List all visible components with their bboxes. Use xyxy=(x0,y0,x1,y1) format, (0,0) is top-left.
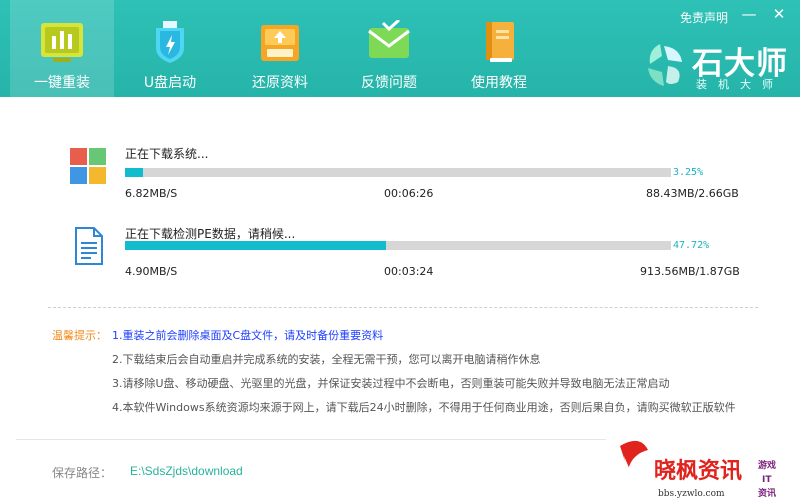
envelope-icon xyxy=(368,20,410,58)
tip-item: 1.重装之前会删除桌面及C盘文件，请及时备份重要资料 xyxy=(112,329,384,342)
tab-label: U盘启动 xyxy=(143,75,197,91)
tab-tutorial[interactable]: 使用教程 xyxy=(447,0,551,97)
tab-label: 使用教程 xyxy=(471,75,527,91)
usb-shield-icon xyxy=(156,21,184,63)
logo-mark-icon xyxy=(648,44,682,86)
bar-chart-icon xyxy=(41,23,83,62)
svg-text:资讯: 资讯 xyxy=(758,487,776,499)
watermark-logo: 晓枫资讯 bbs.yzwlo.com 游戏 IT 资讯 xyxy=(620,440,776,499)
elapsed-time: 00:03:24 xyxy=(384,265,434,278)
tip-item: 4.本软件Windows系统资源均来源于网上，请下载后24小时删除，不得用于任何… xyxy=(112,401,736,414)
tab-one-click-reinstall[interactable]: 一键重装 xyxy=(10,0,114,97)
tab-label: 一键重装 xyxy=(34,75,90,91)
progress-bar xyxy=(125,241,671,250)
progress-percent: 3.25% xyxy=(673,167,704,178)
progress-bar xyxy=(125,168,671,177)
top-toolbar: 一键重装 U盘启动 还原资料 反馈问题 使用教程 免责声明 — ✕ 石大师 装机… xyxy=(0,0,800,97)
download-title: 正在下载系统... xyxy=(125,147,209,161)
restore-box-icon xyxy=(261,25,299,61)
save-path-value[interactable]: E:\SdsZjds\download xyxy=(130,464,243,478)
close-button[interactable]: ✕ xyxy=(771,6,787,22)
svg-text:晓枫资讯: 晓枫资讯 xyxy=(654,458,742,484)
book-icon xyxy=(486,22,514,62)
tab-feedback[interactable]: 反馈问题 xyxy=(337,0,441,97)
tab-restore-data[interactable]: 还原资料 xyxy=(228,0,332,97)
download-title: 正在下载检测PE数据，请稍候... xyxy=(125,227,296,241)
tip-item: 2.下载结束后会自动重启并完成系统的安装，全程无需干预，您可以离开电脑请稍作休息 xyxy=(112,353,541,366)
svg-text:IT: IT xyxy=(762,475,772,485)
download-size: 88.43MB/2.66GB xyxy=(646,187,739,200)
dotted-divider xyxy=(48,307,758,308)
tab-usb-boot[interactable]: U盘启动 xyxy=(118,0,222,97)
elapsed-time: 00:06:26 xyxy=(384,187,434,200)
windows-logo-icon xyxy=(70,148,106,184)
logo-subtitle: 装机大师 xyxy=(696,78,784,91)
svg-text:bbs.yzwlo.com: bbs.yzwlo.com xyxy=(658,489,725,499)
progress-fill xyxy=(125,241,386,250)
svg-text:游戏: 游戏 xyxy=(758,459,776,471)
save-path-label: 保存路径： xyxy=(52,466,113,480)
progress-percent: 47.72% xyxy=(673,240,710,251)
download-system-row: 正在下载系统... 3.25% 6.82MB/S 00:06:26 88.43M… xyxy=(0,138,800,218)
download-speed: 4.90MB/S xyxy=(125,265,178,278)
divider xyxy=(16,439,606,440)
download-pe-row: 正在下载检测PE数据，请稍候... 47.72% 4.90MB/S 00:03:… xyxy=(0,218,800,298)
document-icon xyxy=(75,227,103,265)
tip-item: 3.请移除U盘、移动硬盘、光驱里的光盘，并保证安装过程中不会断电，否则重装可能失… xyxy=(112,377,670,390)
progress-fill xyxy=(125,168,143,177)
download-size: 913.56MB/1.87GB xyxy=(640,265,740,278)
tab-label: 反馈问题 xyxy=(361,75,417,91)
tips-label: 温馨提示： xyxy=(52,329,107,342)
tab-label: 还原资料 xyxy=(252,75,308,91)
minimize-button[interactable]: — xyxy=(741,6,757,22)
download-speed: 6.82MB/S xyxy=(125,187,178,200)
disclaimer-link[interactable]: 免责声明 xyxy=(680,9,728,26)
app-logo: 石大师 装机大师 xyxy=(640,38,790,92)
